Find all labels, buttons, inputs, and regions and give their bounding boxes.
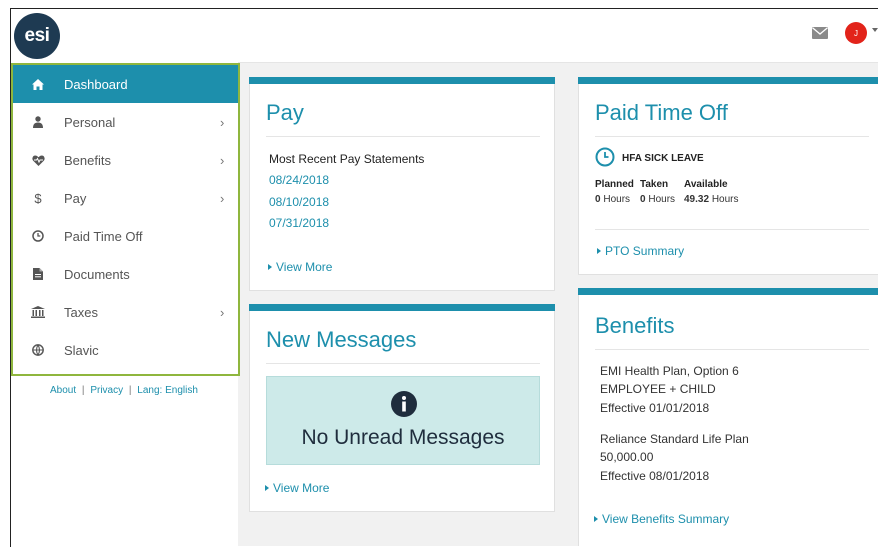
caret-right-icon [597,247,601,254]
card-divider [595,136,869,137]
sidebar-item-label: Slavic [64,342,99,358]
logo-text: esi [24,25,50,46]
sidebar-item-taxes[interactable]: Taxes › [13,293,238,331]
pto-taken-value: 0 Hours [640,194,675,205]
benefit-plan-coverage: EMPLOYEE + CHILD [600,382,716,396]
card-accent-bar [249,304,555,311]
chevron-down-icon[interactable] [872,28,878,32]
messages-card: New Messages No Unread Messages View Mor… [249,304,555,512]
footer-separator: | [81,385,85,396]
sidebar-item-documents[interactable]: Documents [13,255,238,293]
benefit-plan-name: Reliance Standard Life Plan [600,432,749,446]
card-divider [266,363,540,364]
sidebar-item-slavic[interactable]: Slavic [13,331,238,369]
pto-card-title: Paid Time Off [595,100,728,125]
document-icon [31,267,45,281]
home-icon [31,77,45,91]
sidebar-item-benefits[interactable]: Benefits › [13,141,238,179]
footer-separator: | [128,385,132,396]
benefit-plan-effective: Effective 01/01/2018 [600,401,710,415]
value-unit: Hours [603,194,631,205]
benefits-summary-link[interactable]: View Benefits Summary [594,512,729,526]
sidebar-item-label: Taxes [64,304,98,320]
bank-icon [31,305,45,319]
pto-card: Paid Time Off HFA SICK LEAVE Planned Tak… [578,77,878,275]
pay-card: Pay Most Recent Pay Statements 08/24/201… [249,77,555,291]
value-unit: Hours [711,194,739,205]
avatar-initial: J [854,28,858,38]
user-icon [31,115,45,129]
benefits-card-title: Benefits [595,313,675,338]
caret-right-icon [268,263,272,270]
card-divider [266,136,540,137]
pto-available-value: 49.32 Hours [684,194,739,205]
benefit-plan-name: EMI Health Plan, Option 6 [600,364,739,378]
empty-messages-text: No Unread Messages [301,426,505,449]
pay-statement-link[interactable]: 08/24/2018 [269,173,329,187]
pay-card-title: Pay [266,100,304,125]
sidebar-item-dashboard[interactable]: Dashboard [13,65,238,103]
pto-plan-name: HFA SICK LEAVE [622,153,704,164]
benefit-plan-effective: Effective 08/01/2018 [600,469,710,483]
pto-planned-label: Planned [595,179,634,190]
dollar-icon: $ [34,190,42,206]
chevron-right-icon: › [220,190,225,206]
heart-icon [31,153,45,167]
caret-right-icon [265,484,269,491]
pto-planned-value: 0 Hours [595,194,630,205]
sidebar-item-label: Pay [64,190,87,206]
esi-logo[interactable]: esi [14,13,60,59]
card-accent-bar [249,77,555,84]
messages-view-more-link[interactable]: View More [265,481,329,495]
sidebar-item-label: Personal [64,114,116,130]
card-divider [595,229,869,230]
benefit-plan-coverage: 50,000.00 [600,450,654,464]
card-accent-bar [578,77,878,84]
card-divider [595,349,869,350]
value-number: 0 [595,194,601,205]
value-number: 0 [640,194,646,205]
mail-icon[interactable] [812,27,828,39]
link-label: PTO Summary [605,244,685,258]
language-link[interactable]: Lang: English [137,385,198,396]
link-label: View More [273,481,330,495]
sidebar-item-label: Dashboard [64,76,128,92]
sidebar-item-paid-time-off[interactable]: Paid Time Off [13,217,238,255]
pay-statements-heading: Most Recent Pay Statements [269,152,425,166]
sidebar-nav: Dashboard Personal › Benefits › $ Pay › … [11,63,240,376]
caret-right-icon [594,515,598,522]
sidebar-item-label: Benefits [64,152,111,168]
globe-icon [31,343,45,357]
user-avatar[interactable]: J [845,22,867,44]
chevron-right-icon: › [220,114,225,130]
sidebar-item-personal[interactable]: Personal › [13,103,238,141]
sidebar-item-label: Documents [64,266,130,282]
chevron-right-icon: › [220,152,225,168]
sidebar-item-label: Paid Time Off [64,228,143,244]
footer-links: About | Privacy | Lang: English [50,385,198,396]
pto-available-label: Available [684,179,728,190]
pay-statement-link[interactable]: 08/10/2018 [269,195,329,209]
link-label: View Benefits Summary [602,512,730,526]
pto-taken-label: Taken [640,179,669,190]
sidebar-item-pay[interactable]: $ Pay › [13,179,238,217]
value-number: 49.32 [684,194,710,205]
privacy-link[interactable]: Privacy [90,385,123,396]
empty-messages-panel: No Unread Messages [266,376,540,465]
pay-view-more-link[interactable]: View More [268,260,332,274]
pto-summary-link[interactable]: PTO Summary [597,244,684,258]
card-accent-bar [578,288,878,295]
messages-card-title: New Messages [266,327,417,352]
about-link[interactable]: About [50,385,76,396]
benefits-card: Benefits EMI Health Plan, Option 6 EMPLO… [578,288,878,546]
pay-statement-link[interactable]: 07/31/2018 [269,216,329,230]
clock-icon [595,147,615,167]
link-label: View More [276,260,333,274]
value-unit: Hours [648,194,676,205]
info-icon [391,391,417,417]
chevron-right-icon: › [220,304,225,320]
clock-icon [31,229,45,243]
